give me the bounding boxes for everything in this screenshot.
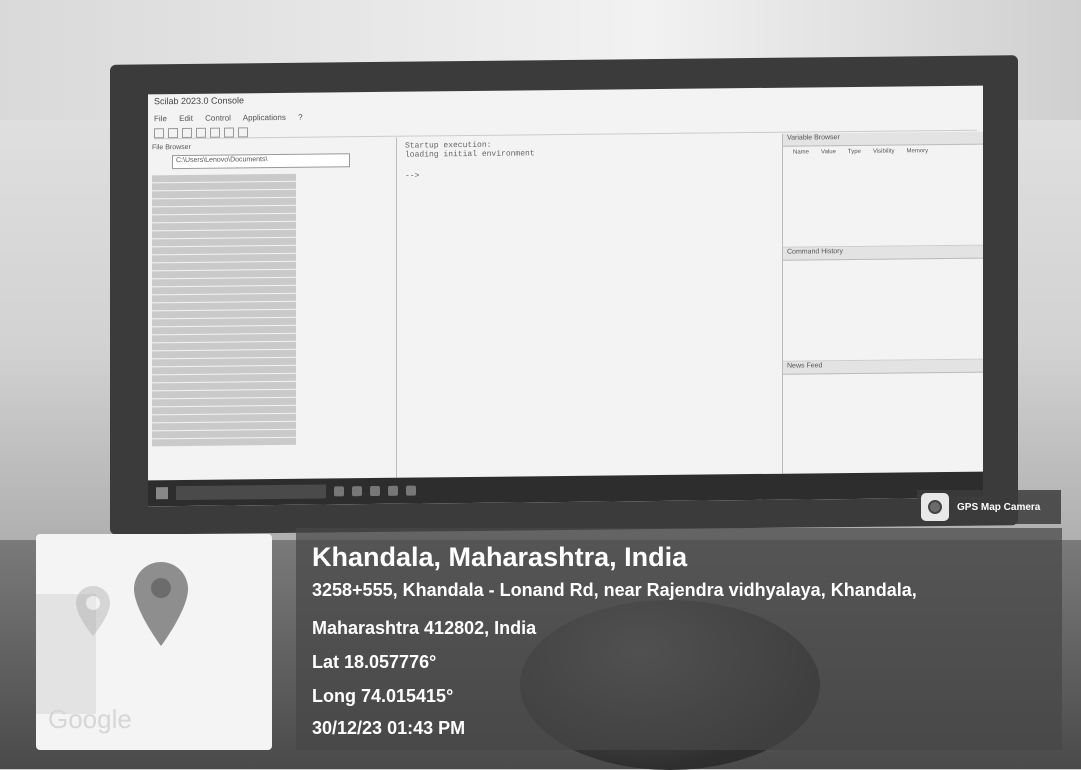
- taskbar-app-icon[interactable]: [370, 485, 380, 497]
- address-line-2: Maharashtra 412802, India: [312, 618, 537, 638]
- file-browser: File Browser C:\Users\Lenovo\Documents\: [148, 137, 397, 481]
- panes: File Browser C:\Users\Lenovo\Documents\: [148, 131, 983, 481]
- variable-header-memory[interactable]: Memory: [907, 148, 929, 154]
- map-pin-icon: [134, 562, 188, 646]
- news-title: News Feed: [783, 359, 983, 375]
- console-prompt: -->: [405, 171, 420, 181]
- open-file-icon[interactable]: [168, 128, 178, 139]
- taskbar-search[interactable]: [176, 484, 326, 501]
- command-history: [783, 258, 983, 362]
- start-icon[interactable]: [156, 487, 168, 500]
- variable-headers: Name Value Type Visibility Memory: [783, 145, 983, 159]
- right-dock: Variable Browser Name Value Type Visibil…: [783, 131, 983, 474]
- monitor-screen: Scilab 2023.0 Console File Edit Control …: [148, 85, 983, 507]
- settings-icon[interactable]: [238, 127, 248, 138]
- copy-icon[interactable]: [196, 127, 206, 138]
- longitude: Long 74.015415°: [312, 686, 454, 706]
- taskbar-app-icon[interactable]: [334, 486, 344, 497]
- menu-file[interactable]: File: [154, 114, 167, 123]
- print-icon[interactable]: [224, 127, 234, 138]
- menu-edit[interactable]: Edit: [179, 114, 193, 123]
- paste-icon[interactable]: [210, 127, 220, 138]
- taskbar-app-icon[interactable]: [388, 485, 398, 496]
- menu-control[interactable]: Control: [205, 114, 231, 123]
- taskbar-app-icon[interactable]: [406, 485, 416, 496]
- gps-app-tag: GPS Map Camera: [917, 490, 1061, 524]
- location-title: Khandala, Maharashtra, India: [312, 542, 688, 572]
- taskbar-app-icon[interactable]: [352, 486, 362, 497]
- new-file-icon[interactable]: [154, 128, 164, 139]
- map-secondary-pin-icon: [76, 586, 110, 636]
- variable-header-type[interactable]: Type: [848, 149, 861, 155]
- tree-item[interactable]: [152, 436, 392, 447]
- variable-header-name[interactable]: Name: [793, 149, 809, 155]
- map-logo: Google: [48, 704, 132, 734]
- camera-icon: [921, 493, 949, 521]
- variable-browser: Name Value Type Visibility Memory: [783, 144, 983, 248]
- map-thumbnail: Google: [36, 534, 272, 750]
- path-input[interactable]: C:\Users\Lenovo\Documents\: [172, 153, 350, 170]
- address-line-1: 3258+555, Khandala - Lonand Rd, near Raj…: [312, 580, 917, 600]
- timestamp: 30/12/23 01:43 PM: [312, 718, 466, 738]
- gps-app-label: GPS Map Camera: [957, 501, 1041, 513]
- variable-header-visibility[interactable]: Visibility: [873, 149, 895, 155]
- latitude: Lat 18.057776°: [312, 652, 437, 672]
- console[interactable]: Startup execution: loading initial envir…: [397, 133, 783, 478]
- file-browser-title: File Browser: [152, 143, 191, 152]
- variable-header-value[interactable]: Value: [821, 149, 836, 155]
- cut-icon[interactable]: [182, 127, 192, 139]
- menu-applications[interactable]: Applications: [243, 113, 286, 122]
- menu-help[interactable]: ?: [298, 113, 302, 122]
